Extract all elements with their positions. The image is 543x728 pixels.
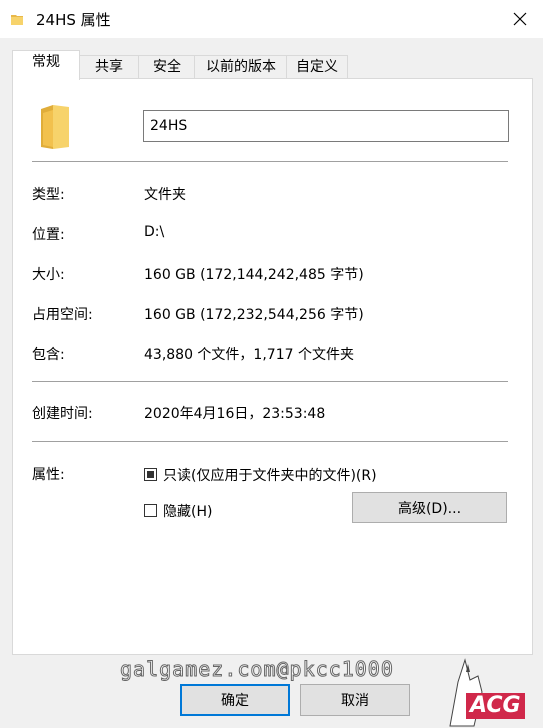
tab-security[interactable]: 安全 [138,55,196,80]
close-button[interactable] [497,0,543,38]
location-value: D:\ [144,224,165,240]
contains-label: 包含: [32,347,65,363]
attributes-label: 属性: [32,467,65,483]
divider [32,161,508,162]
watermark-logo: ACG [466,693,525,719]
hidden-label[interactable]: 隐藏(H) [163,501,212,521]
folder-icon [11,15,23,25]
size-label: 大小: [32,267,65,283]
contains-value: 43,880 个文件，1,717 个文件夹 [144,347,354,363]
title-bar: 24HS 属性 [0,0,543,38]
type-label: 类型: [32,187,65,203]
size-on-disk-value: 160 GB (172,232,544,256 字节) [144,307,364,323]
ok-button[interactable]: 确定 [180,684,290,716]
divider [32,441,508,442]
tab-previous-versions[interactable]: 以前的版本 [194,55,288,80]
close-icon [513,12,527,26]
watermark-text: galgamez.com@pkcc1000 [120,657,394,682]
hidden-checkbox[interactable] [144,504,157,517]
tab-sharing[interactable]: 共享 [78,55,140,80]
size-value: 160 GB (172,144,242,485 字节) [144,267,364,283]
general-panel: 类型: 文件夹 位置: D:\ 大小: 160 GB (172,144,242,… [12,78,533,655]
folder-icon [41,105,69,149]
folder-name-input[interactable] [143,110,509,142]
divider [32,381,508,382]
created-value: 2020年4月16日，23:53:48 [144,406,326,422]
advanced-button[interactable]: 高级(D)... [352,492,507,523]
readonly-checkbox[interactable] [144,468,157,481]
created-label: 创建时间: [32,406,93,422]
tab-customize[interactable]: 自定义 [286,55,348,80]
tab-general[interactable]: 常规 [12,50,80,80]
cancel-button[interactable]: 取消 [300,684,410,716]
type-value: 文件夹 [144,187,186,203]
size-on-disk-label: 占用空间: [32,307,93,323]
location-label: 位置: [32,227,65,243]
readonly-label[interactable]: 只读(仅应用于文件夹中的文件)(R) [163,465,377,485]
window-title: 24HS 属性 [36,11,111,29]
